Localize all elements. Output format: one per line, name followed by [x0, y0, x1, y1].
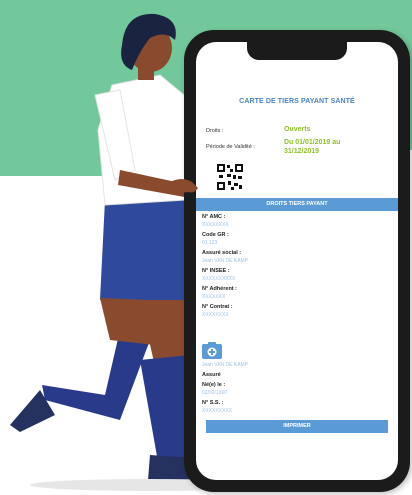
- field-insee-value: XXXXXXXXXX: [202, 276, 236, 282]
- phone-notch: [247, 42, 347, 60]
- beneficiary-role: Assuré: [202, 372, 221, 378]
- droits-tiers-payant-button[interactable]: DROITS TIERS PAYANT: [196, 198, 398, 211]
- field-adherent-value: XXXXXXX: [202, 294, 226, 300]
- field-code-gr-label: Code GR :: [202, 232, 229, 238]
- health-card-icon: [202, 342, 222, 359]
- qr-code-icon: [216, 163, 244, 191]
- field-amc-label: N° AMC :: [202, 214, 226, 220]
- field-insee-label: N° INSEE :: [202, 268, 230, 274]
- phone-screen: CARTE DE TIERS PAYANT SANTÉ Droits : Ouv…: [196, 42, 398, 480]
- field-amc-value: XXXXXXXX: [202, 222, 229, 228]
- beneficiary-ss-label: N° S.S. :: [202, 400, 224, 406]
- print-button[interactable]: IMPRIMER: [206, 420, 388, 433]
- field-assure-label: Assuré social :: [202, 250, 242, 256]
- periode-value-start: Du 01/01/2019 au: [284, 139, 341, 146]
- beneficiary-ss-value: XXXXXXXXX: [202, 408, 233, 414]
- beneficiary-name: Jean VAN DE KAMP: [202, 362, 249, 368]
- droits-label: Droits :: [206, 128, 224, 134]
- card-title: CARTE DE TIERS PAYANT SANTÉ: [239, 98, 355, 105]
- periode-value-end: 31/12/2019: [284, 148, 320, 155]
- beneficiary-birth-label: Né(e) le :: [202, 382, 226, 388]
- hand-illustration: [170, 179, 198, 194]
- droits-value: Ouverts: [284, 126, 311, 133]
- field-contrat-value: XXXXXXXX: [202, 312, 229, 318]
- field-adherent-label: N° Adhérent :: [202, 286, 237, 292]
- beneficiary-birth-value: 02/02/1960: [202, 390, 228, 396]
- periode-label: Période de Validité :: [206, 144, 255, 150]
- field-code-gr-value: 01 123: [202, 240, 218, 246]
- field-assure-value: Jean VAN DE KAMP: [202, 258, 249, 264]
- field-contrat-label: N° Contrat :: [202, 304, 233, 310]
- smartphone: CARTE DE TIERS PAYANT SANTÉ Droits : Ouv…: [184, 30, 410, 492]
